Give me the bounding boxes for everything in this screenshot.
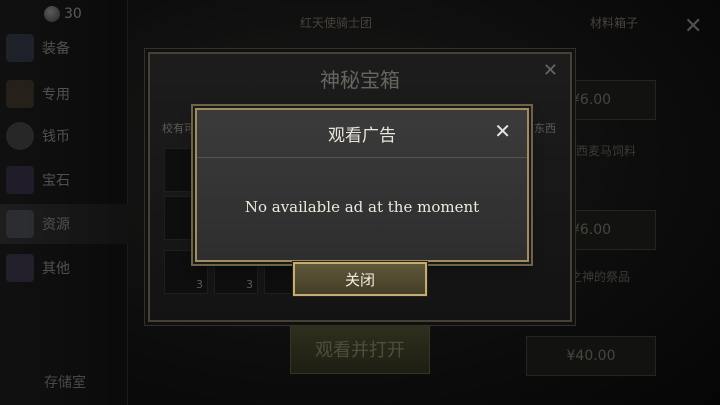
ad-dialog-title: 观看广告 (328, 126, 396, 146)
close-button[interactable]: 关闭 (293, 262, 427, 296)
ad-unavailable-message: No available ad at the moment (244, 198, 480, 216)
ad-dialog-header: 观看广告 (197, 110, 527, 158)
close-icon[interactable]: ✕ (494, 119, 511, 143)
watch-ad-dialog: 观看广告 ✕ No available ad at the moment (195, 108, 529, 262)
